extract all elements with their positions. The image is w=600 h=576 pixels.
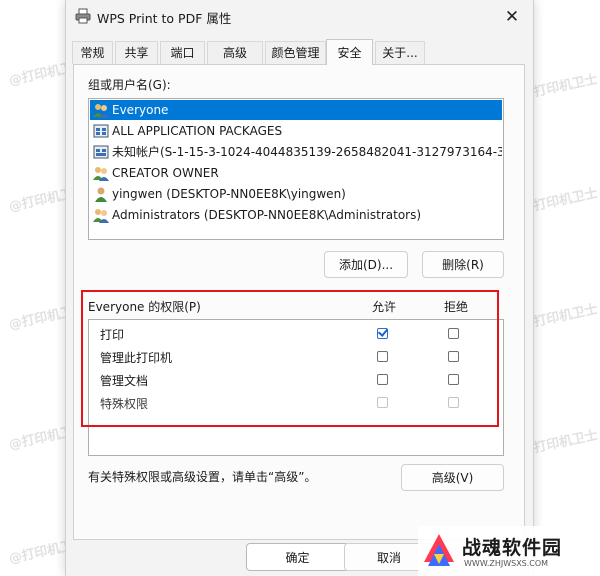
- unknown-account-icon: [93, 144, 109, 160]
- list-item[interactable]: CREATOR OWNER: [90, 163, 502, 183]
- security-panel: 组或用户名(G): Everyone ALL APPLICATION PACKA…: [73, 64, 525, 540]
- ok-button[interactable]: 确定: [246, 543, 349, 571]
- users-group-icon: [93, 102, 109, 118]
- deny-checkbox[interactable]: [448, 374, 459, 385]
- tab-general[interactable]: 常规: [72, 41, 113, 64]
- permissions-list: 打印 管理此打印机 管理文档 特殊权限: [88, 319, 504, 456]
- list-item[interactable]: Everyone: [90, 100, 502, 120]
- tab-security[interactable]: 安全: [326, 39, 373, 65]
- permission-row-manage-documents: 管理文档: [89, 369, 503, 391]
- permissions-label: Everyone 的权限(P): [88, 300, 201, 314]
- printer-properties-dialog: WPS Print to PDF 属性 ✕ 常规 共享 端口 高级 颜色管理 安…: [65, 0, 534, 576]
- list-item[interactable]: ALL APPLICATION PACKAGES: [90, 121, 502, 141]
- brand-url: WWW.ZHJWSXS.COM: [464, 559, 549, 568]
- list-item[interactable]: Administrators (DESKTOP-NN0EE8K\Administ…: [90, 205, 502, 225]
- tab-sharing[interactable]: 共享: [115, 41, 158, 64]
- list-item[interactable]: yingwen (DESKTOP-NN0EE8K\yingwen): [90, 184, 502, 204]
- allow-checkbox[interactable]: [377, 326, 389, 339]
- advanced-note: 有关特殊权限或高级设置，请单击“高级”。: [88, 470, 317, 484]
- remove-button[interactable]: 删除(R): [422, 251, 504, 278]
- permission-row-special: 特殊权限: [89, 392, 503, 414]
- tab-advanced[interactable]: 高级: [207, 41, 263, 64]
- title-bar[interactable]: WPS Print to PDF 属性 ✕: [66, 0, 533, 34]
- user-label: yingwen (DESKTOP-NN0EE8K\yingwen): [112, 187, 346, 201]
- permission-row-print: 打印: [89, 323, 503, 345]
- permission-name: 打印: [100, 328, 125, 342]
- permission-name: 管理此打印机: [100, 351, 173, 365]
- users-group-icon: [93, 207, 109, 223]
- printer-icon: [75, 8, 91, 24]
- permission-row-manage-printer: 管理此打印机: [89, 346, 503, 368]
- group-users-label: 组或用户名(G):: [88, 78, 171, 92]
- deny-checkbox[interactable]: [448, 328, 459, 339]
- app-packages-icon: [93, 123, 109, 139]
- allow-column-header: 允许: [372, 300, 397, 314]
- checkmark-icon: [377, 326, 389, 337]
- user-label: CREATOR OWNER: [112, 166, 219, 180]
- close-icon: ✕: [504, 7, 520, 27]
- tab-about[interactable]: 关于...: [375, 41, 425, 64]
- allow-checkbox: [377, 397, 388, 408]
- advanced-button[interactable]: 高级(V): [401, 464, 504, 491]
- list-item[interactable]: 未知帐户(S-1-15-3-1024-4044835139-2658482041…: [90, 142, 502, 162]
- deny-column-header: 拒绝: [444, 300, 469, 314]
- user-list[interactable]: Everyone ALL APPLICATION PACKAGES 未知帐户(S…: [88, 98, 504, 240]
- deny-checkbox: [448, 397, 459, 408]
- add-button[interactable]: 添加(D)...: [324, 251, 408, 278]
- window-title: WPS Print to PDF 属性: [97, 11, 232, 26]
- allow-checkbox[interactable]: [377, 351, 388, 362]
- brand-logo-icon: [420, 532, 458, 570]
- close-button[interactable]: ✕: [496, 2, 528, 32]
- tab-bar: 常规 共享 端口 高级 颜色管理 安全 关于...: [72, 39, 528, 65]
- brand-badge: 战魂软件园 WWW.ZHJWSXS.COM: [418, 526, 600, 576]
- tab-ports[interactable]: 端口: [160, 41, 205, 64]
- permission-name: 特殊权限: [100, 397, 149, 411]
- users-group-icon: [93, 165, 109, 181]
- tab-color-management[interactable]: 颜色管理: [265, 41, 326, 64]
- user-label: ALL APPLICATION PACKAGES: [112, 124, 283, 138]
- user-icon: [93, 186, 109, 202]
- deny-checkbox[interactable]: [448, 351, 459, 362]
- allow-checkbox[interactable]: [377, 374, 388, 385]
- permission-name: 管理文档: [100, 374, 149, 388]
- brand-name: 战魂软件园: [462, 537, 563, 559]
- user-label: Administrators (DESKTOP-NN0EE8K\Administ…: [112, 208, 422, 222]
- user-label: Everyone: [112, 103, 169, 117]
- user-label: 未知帐户(S-1-15-3-1024-4044835139-2658482041…: [112, 145, 502, 159]
